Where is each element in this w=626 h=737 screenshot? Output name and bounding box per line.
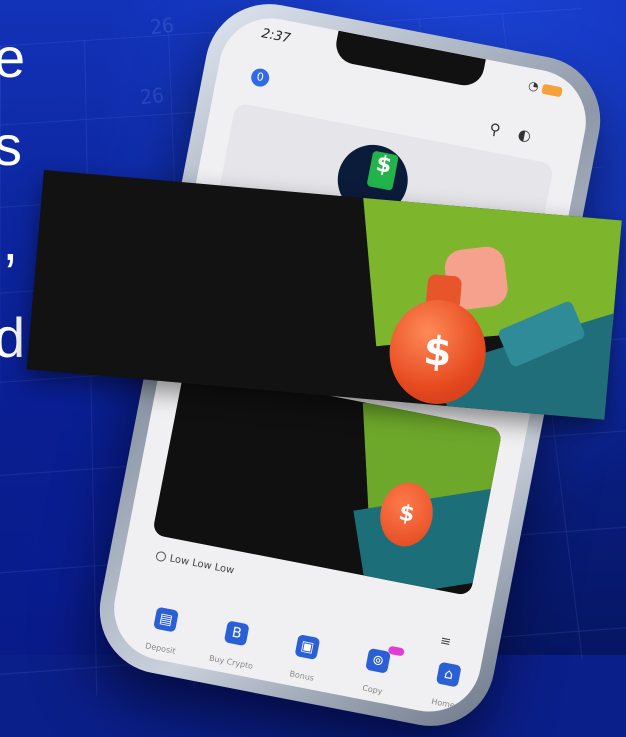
deposit-icon: ▤ <box>153 606 179 633</box>
buy-crypto-icon: B <box>223 620 250 647</box>
hero-text-line-2: s <box>0 114 22 177</box>
nav-label: Buy Crypto <box>208 653 254 671</box>
nav-item-copy[interactable]: ⊚ Copy <box>342 644 409 700</box>
wifi-icon: ◔ <box>527 78 541 94</box>
nav-item-buy-crypto[interactable]: B Buy Crypto <box>201 617 268 673</box>
hero-text-line-1: e <box>0 26 26 89</box>
dollar-bill-icon: $ <box>366 150 399 191</box>
battery-icon <box>541 83 563 97</box>
bottom-nav: ▤ Deposit B Buy Crypto ▣ Bonus ⊚ Copy ⌂ … <box>112 600 471 720</box>
background-number: 26 <box>148 12 176 40</box>
hero-text-line-3: l, <box>0 209 18 272</box>
menu-button[interactable]: ≡ <box>439 633 453 650</box>
background-number: 26 <box>138 82 166 110</box>
ticker: Low Low Low <box>155 550 236 577</box>
search-icon[interactable]: ⚲ <box>488 119 520 142</box>
nav-label: Copy <box>361 683 384 697</box>
ticker-text: Low Low Low <box>168 553 236 577</box>
nav-label: Home <box>430 696 456 711</box>
support-icon[interactable]: ◐ <box>516 125 550 149</box>
copy-icon: ⊚ <box>365 647 391 674</box>
nav-item-bonus[interactable]: ▣ Bonus <box>271 631 338 687</box>
status-icons: ◔ <box>527 78 563 98</box>
nav-label: Deposit <box>144 641 177 656</box>
nav-item-deposit[interactable]: ▤ Deposit <box>130 603 197 659</box>
home-icon: ⌂ <box>435 661 462 688</box>
top-right-icons: ⚲◐ <box>488 119 550 148</box>
hero-text-line-4: d <box>0 306 26 369</box>
nav-label: Bonus <box>288 669 315 683</box>
app-logo[interactable]: 0 <box>249 67 271 89</box>
ticker-icon <box>155 550 167 563</box>
status-time: 2:37 <box>260 26 292 47</box>
nav-item-home[interactable]: ⌂ Home <box>413 658 480 714</box>
bonus-icon: ▣ <box>294 634 321 660</box>
